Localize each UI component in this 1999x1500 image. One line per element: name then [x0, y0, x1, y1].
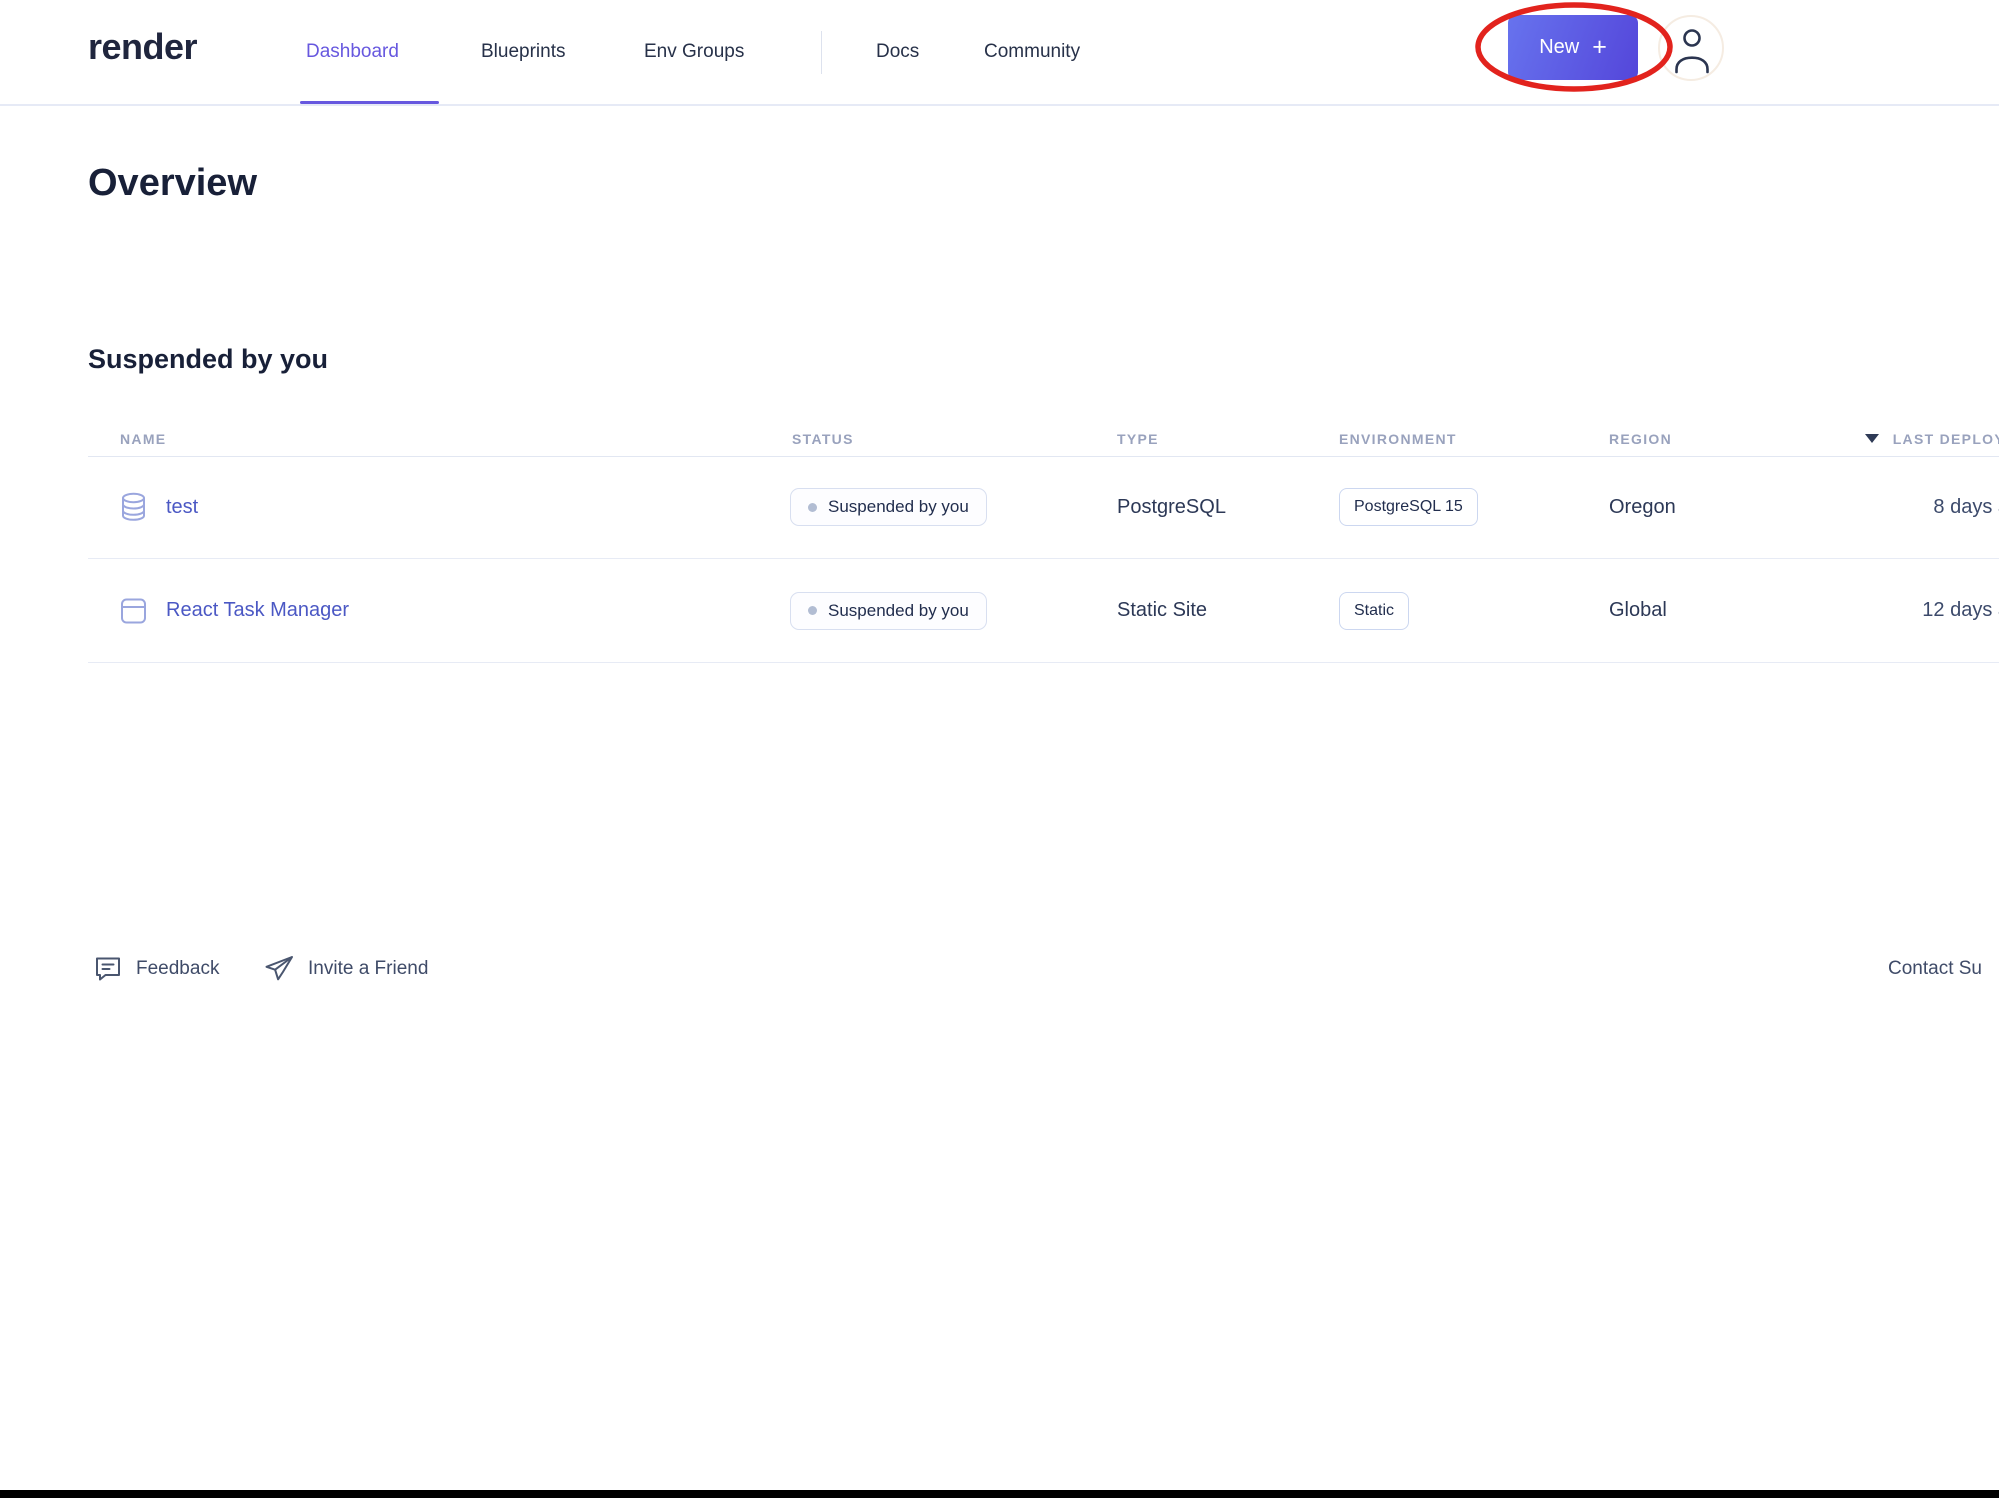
sort-descending-icon	[1865, 434, 1879, 443]
status-badge: Suspended by you	[790, 592, 987, 630]
region-cell: Oregon	[1609, 456, 1676, 558]
type-cell: PostgreSQL	[1117, 456, 1226, 558]
feedback-bubble-icon	[93, 954, 123, 984]
database-icon	[120, 492, 147, 522]
status-cell: Suspended by you	[790, 559, 987, 662]
nav-item-community[interactable]: Community	[984, 0, 1080, 104]
service-name-link[interactable]: React Task Manager	[166, 599, 349, 622]
table-row[interactable]: test Suspended by you PostgreSQL Postgre…	[88, 456, 1999, 559]
page-title: Overview	[88, 162, 257, 205]
section-title: Suspended by you	[88, 344, 328, 375]
new-button[interactable]: New +	[1508, 15, 1638, 80]
contact-support-link[interactable]: Contact Su	[1888, 950, 1982, 988]
service-name-link[interactable]: test	[166, 496, 198, 519]
status-cell: Suspended by you	[790, 456, 987, 558]
column-header-last-deploy[interactable]: LAST DEPLOY	[1865, 421, 1999, 456]
nav-item-dashboard[interactable]: Dashboard	[306, 0, 399, 104]
top-navigation-bar: render Dashboard Blueprints Env Groups D…	[0, 0, 1999, 106]
status-dot-icon	[808, 606, 817, 615]
status-badge-label: Suspended by you	[828, 601, 969, 621]
type-cell: Static Site	[1117, 559, 1207, 662]
table-header-row: NAME STATUS TYPE ENVIRONMENT REGION LAST…	[88, 421, 1999, 457]
column-header-status[interactable]: STATUS	[792, 421, 854, 456]
service-name-cell: test	[120, 456, 198, 558]
active-tab-underline	[300, 101, 439, 104]
status-badge: Suspended by you	[790, 488, 987, 526]
plus-icon: +	[1592, 35, 1607, 60]
render-dashboard-app: render Dashboard Blueprints Env Groups D…	[0, 0, 1999, 1500]
nav-divider	[821, 31, 822, 74]
region-cell: Global	[1609, 559, 1667, 662]
environment-badge: Static	[1339, 592, 1409, 630]
environment-cell: Static	[1339, 559, 1409, 662]
environment-badge: PostgreSQL 15	[1339, 488, 1478, 526]
status-dot-icon	[808, 503, 817, 512]
status-badge-label: Suspended by you	[828, 497, 969, 517]
bottom-black-bar	[0, 1490, 1999, 1498]
paper-plane-icon	[263, 954, 295, 984]
render-logo[interactable]: render	[88, 26, 197, 68]
feedback-link[interactable]: Feedback	[93, 950, 219, 988]
nav-item-blueprints[interactable]: Blueprints	[481, 0, 566, 104]
invite-a-friend-link[interactable]: Invite a Friend	[263, 950, 428, 988]
invite-a-friend-label: Invite a Friend	[308, 958, 428, 980]
service-name-cell: React Task Manager	[120, 559, 349, 662]
table-row[interactable]: React Task Manager Suspended by you Stat…	[88, 559, 1999, 663]
column-header-name[interactable]: NAME	[120, 421, 166, 456]
column-header-last-deploy-label: LAST DEPLOY	[1893, 431, 1999, 447]
new-button-label: New	[1539, 36, 1579, 59]
column-header-region[interactable]: REGION	[1609, 421, 1672, 456]
last-deploy-cell: 8 days a	[1933, 456, 1999, 558]
environment-cell: PostgreSQL 15	[1339, 456, 1478, 558]
last-deploy-cell: 12 days a	[1922, 559, 1999, 662]
static-site-icon	[120, 597, 147, 625]
account-person-icon[interactable]	[1671, 27, 1713, 75]
column-header-environment[interactable]: ENVIRONMENT	[1339, 421, 1457, 456]
nav-item-env-groups[interactable]: Env Groups	[644, 0, 744, 104]
column-header-type[interactable]: TYPE	[1117, 421, 1159, 456]
nav-item-docs[interactable]: Docs	[876, 0, 919, 104]
feedback-label: Feedback	[136, 958, 219, 980]
